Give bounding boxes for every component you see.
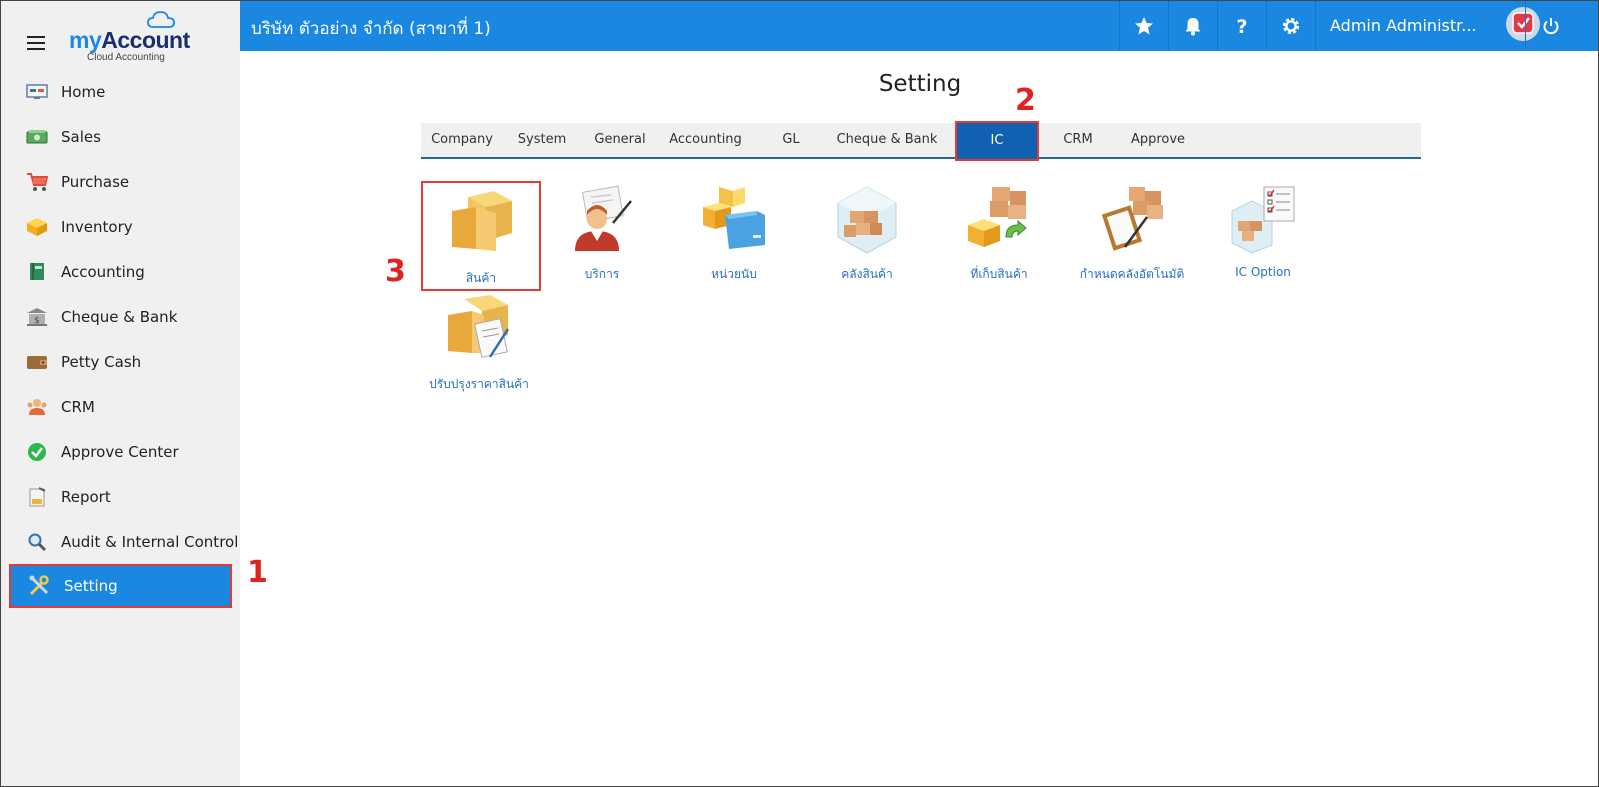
sidebar-item-label: Approve Center (61, 442, 179, 461)
user-name[interactable]: Admin Administr... (1330, 16, 1477, 35)
sidebar-item-cheque-bank[interactable]: $ Cheque & Bank (1, 294, 240, 339)
box-icon (25, 217, 49, 237)
logo-area: myAccount Cloud Accounting (1, 1, 240, 71)
tile-label: บริการ (584, 267, 620, 281)
magnifier-icon (25, 532, 49, 552)
page-title: Setting (878, 71, 962, 97)
tab-gl[interactable]: GL (752, 123, 830, 157)
boxes-document-icon (448, 295, 510, 358)
sidebar-item-report[interactable]: Report (1, 474, 240, 519)
favorite-button[interactable] (1119, 1, 1168, 51)
sidebar-item-label: CRM (61, 397, 95, 416)
tile-ic-option[interactable]: IC Option (1203, 185, 1323, 279)
report-icon (25, 486, 49, 507)
tools-icon (27, 575, 51, 596)
cart-icon (25, 172, 49, 192)
tile-label: กำหนดคลังอัตโนมัติ (1079, 267, 1185, 281)
settings-tabs: Company System General Accounting GL Che… (421, 121, 1421, 161)
sidebar-item-label: Setting (64, 577, 118, 595)
warehouse-icon (837, 186, 897, 254)
sidebar-item-crm[interactable]: CRM (1, 384, 240, 429)
sidebar-item-home[interactable]: Home (1, 69, 240, 114)
tile-unit[interactable]: หน่วยนับ (674, 185, 794, 284)
bell-icon (1185, 18, 1201, 36)
storage-boxes-icon (968, 187, 1027, 247)
top-bar: บริษัท ตัวอย่าง จำกัด (สาขาที่ 1) ? Admi… (240, 1, 1598, 51)
svg-text:?: ? (1236, 16, 1247, 36)
book-icon (25, 262, 49, 282)
boxes-folder-icon (703, 187, 765, 249)
star-icon (1135, 17, 1153, 35)
hamburger-menu-icon[interactable] (27, 36, 45, 50)
tab-crm[interactable]: CRM (1039, 123, 1117, 157)
sidebar-item-sales[interactable]: Sales (1, 114, 240, 159)
sidebar-item-label: Purchase (61, 172, 130, 191)
tile-label: คลังสินค้า (841, 267, 893, 281)
sidebar-item-label: Inventory (61, 217, 133, 236)
notification-button[interactable] (1168, 1, 1217, 51)
annotation-marker-2: 2 (1015, 83, 1036, 118)
tab-general[interactable]: General (581, 123, 659, 157)
settings-button[interactable] (1266, 1, 1315, 51)
annotation-marker-3: 3 (385, 254, 406, 289)
clipboard-boxes-icon (1101, 187, 1163, 251)
sidebar-item-inventory[interactable]: Inventory (1, 204, 240, 249)
boxes-icon (452, 191, 512, 251)
service-person-icon (575, 185, 632, 251)
gear-icon (1282, 17, 1300, 35)
sidebar-item-setting[interactable]: Setting (9, 564, 232, 608)
tab-ic[interactable]: IC (955, 121, 1039, 161)
tile-label: สินค้า (465, 271, 497, 285)
tile-auto-warehouse[interactable]: กำหนดคลังอัตโนมัติ (1072, 185, 1192, 284)
company-name[interactable]: บริษัท ตัวอย่าง จำกัด (สาขาที่ 1) (251, 15, 491, 42)
power-icon (1543, 18, 1558, 35)
tile-label: IC Option (1235, 265, 1291, 279)
app-window: myAccount Cloud Accounting Home Sales Pu… (0, 0, 1599, 787)
sidebar-item-label: Cheque & Bank (61, 307, 178, 326)
tab-accounting[interactable]: Accounting (659, 123, 752, 157)
sidebar-item-petty-cash[interactable]: Petty Cash (1, 339, 240, 384)
sidebar-nav: Home Sales Purchase Inventory Accounting… (1, 69, 240, 608)
tile-label: ปรับปรุงราคาสินค้า (429, 377, 529, 391)
tile-storage-location[interactable]: ที่เก็บสินค้า (939, 185, 1059, 284)
annotation-marker-1: 1 (247, 555, 268, 590)
sidebar-item-label: Report (61, 487, 111, 506)
home-icon (25, 82, 49, 102)
tab-system[interactable]: System (503, 123, 581, 157)
tab-company[interactable]: Company (421, 123, 503, 157)
sidebar-item-audit[interactable]: Audit & Internal Control (1, 519, 240, 564)
wallet-icon (25, 352, 49, 372)
sidebar-item-label: Sales (61, 127, 101, 146)
sidebar-item-purchase[interactable]: Purchase (1, 159, 240, 204)
sidebar-item-label: Accounting (61, 262, 145, 281)
tab-approve[interactable]: Approve (1117, 123, 1199, 157)
sidebar-item-accounting[interactable]: Accounting (1, 249, 240, 294)
checklist-warehouse-icon (1231, 186, 1295, 254)
people-icon (25, 397, 49, 417)
check-circle-icon (25, 442, 49, 462)
main-content: Setting Company System General Accountin… (240, 51, 1598, 786)
sidebar-item-label: Audit & Internal Control (61, 532, 239, 551)
sidebar-item-approve-center[interactable]: Approve Center (1, 429, 240, 474)
tile-label: ที่เก็บสินค้า (970, 267, 1028, 281)
tile-price-adjust[interactable]: ปรับปรุงราคาสินค้า (419, 295, 539, 394)
help-button[interactable]: ? (1217, 1, 1266, 51)
tab-cheque-bank[interactable]: Cheque & Bank (830, 123, 944, 157)
logo-title: myAccount (69, 27, 190, 53)
sales-icon (25, 127, 49, 147)
sidebar-item-label: Petty Cash (61, 352, 142, 371)
tile-service[interactable]: บริการ (542, 185, 662, 284)
tile-label: หน่วยนับ (711, 267, 757, 281)
logout-button[interactable] (1525, 1, 1575, 51)
logo-subtitle: Cloud Accounting (87, 52, 165, 63)
tile-product[interactable]: สินค้า (421, 181, 541, 291)
question-icon: ? (1236, 16, 1247, 36)
tile-warehouse[interactable]: คลังสินค้า (807, 185, 927, 284)
bank-icon: $ (25, 307, 49, 327)
logo[interactable]: myAccount Cloud Accounting (69, 11, 190, 66)
sidebar: myAccount Cloud Accounting Home Sales Pu… (1, 1, 240, 786)
sidebar-item-label: Home (61, 82, 106, 101)
